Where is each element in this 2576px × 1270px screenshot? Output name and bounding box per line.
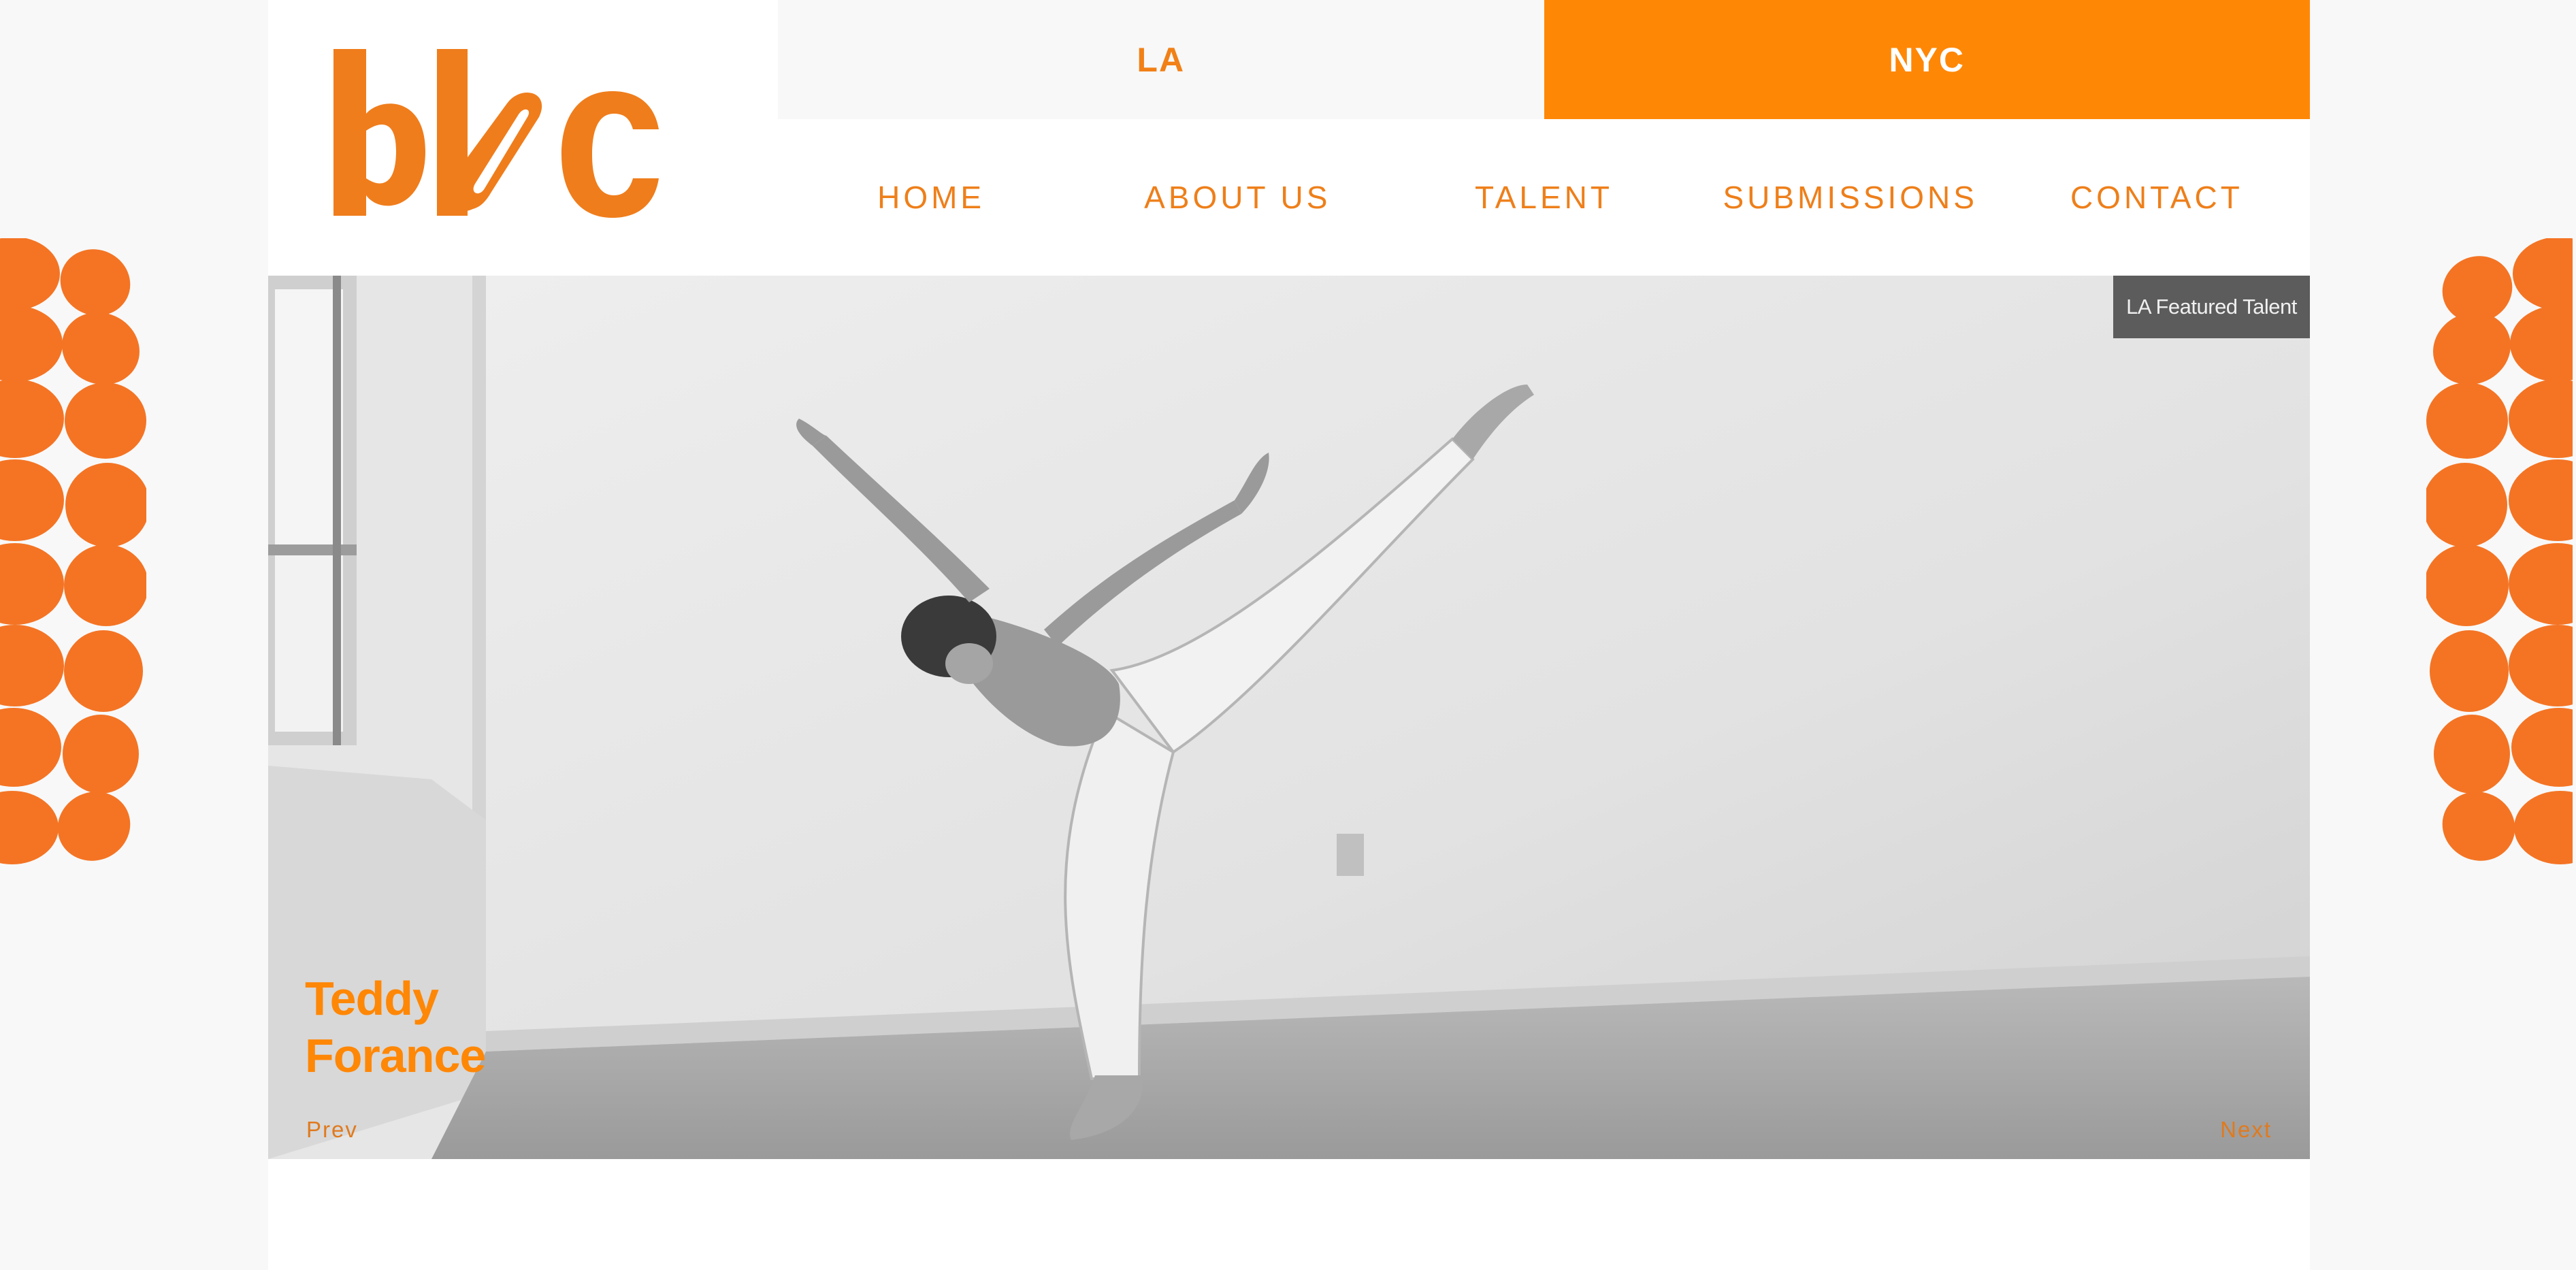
tab-la[interactable]: LA (778, 0, 1544, 119)
bloc-logo[interactable] (333, 49, 660, 219)
featured-talent-photo (268, 276, 2310, 1159)
tab-nyc[interactable]: NYC (1544, 0, 2310, 119)
decorative-dots-right (2426, 238, 2573, 864)
nav-submissions[interactable]: SUBMISSIONS (1697, 179, 2004, 216)
decorative-dots-left (0, 238, 146, 864)
nav-home[interactable]: HOME (778, 179, 1084, 216)
slider-next-button[interactable]: Next (2220, 1117, 2272, 1143)
slider-prev-button[interactable]: Prev (306, 1117, 358, 1143)
city-tabs: LA NYC (778, 0, 2310, 119)
hero-slider: LA Featured Talent Teddy Forance Prev Ne… (268, 276, 2310, 1159)
nav-talent[interactable]: TALENT (1390, 179, 1697, 216)
nav-about-us[interactable]: ABOUT US (1084, 179, 1390, 216)
talent-last-name: Forance (305, 1029, 486, 1082)
page: LA NYC HOME ABOUT US TALENT SUBMISSIONS … (0, 0, 2576, 1270)
main-nav: HOME ABOUT US TALENT SUBMISSIONS CONTACT (778, 119, 2310, 276)
talent-name[interactable]: Teddy Forance (305, 970, 486, 1084)
featured-talent-badge: LA Featured Talent (2113, 276, 2310, 338)
nav-contact[interactable]: CONTACT (2004, 179, 2310, 216)
talent-first-name: Teddy (305, 972, 439, 1025)
